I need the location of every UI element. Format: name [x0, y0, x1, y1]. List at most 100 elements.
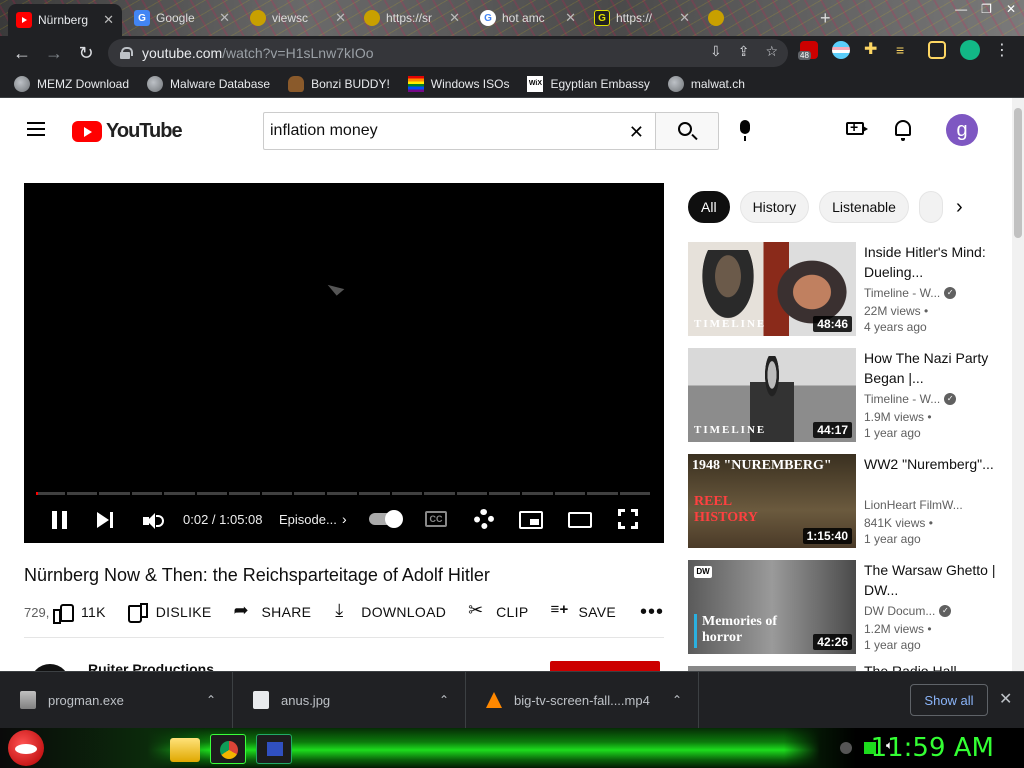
tab-https[interactable]: G https:// ✕: [586, 4, 698, 32]
chip-history[interactable]: History: [739, 191, 810, 223]
share-page-icon[interactable]: ⇪: [738, 43, 750, 60]
forward-arrow-icon[interactable]: →: [38, 43, 70, 64]
chip-all[interactable]: All: [688, 191, 730, 223]
reload-icon[interactable]: ↻: [70, 43, 102, 64]
chip-listenable[interactable]: Listenable: [819, 191, 909, 223]
chevron-right-icon[interactable]: ›: [342, 511, 347, 527]
video-thumbnail[interactable]: DW Memories of horror 42:26: [688, 560, 856, 654]
reading-list-icon[interactable]: ≡: [896, 41, 914, 59]
next-video-icon[interactable]: [97, 512, 115, 528]
clear-search-icon[interactable]: ✕: [629, 122, 644, 143]
install-icon[interactable]: ⇩: [710, 43, 722, 60]
puzzle-extensions-icon[interactable]: ✚: [864, 41, 882, 59]
bookmark-windows-isos[interactable]: Windows ISOs: [407, 75, 509, 92]
more-options-icon[interactable]: •••: [640, 601, 664, 624]
download-item[interactable]: big-tv-screen-fall....mp4 ⌃: [466, 671, 699, 729]
tab-loading[interactable]: [700, 4, 800, 32]
dislike-button[interactable]: DISLIKE: [127, 603, 212, 623]
share-button[interactable]: SHARE: [234, 600, 312, 621]
chevron-up-icon[interactable]: ⌃: [672, 693, 682, 707]
bookmark-egyptian-embassy[interactable]: WiX Egyptian Embassy: [527, 75, 650, 92]
tab-close-icon[interactable]: ✕: [449, 10, 460, 26]
maximize-icon[interactable]: ❐: [981, 2, 992, 16]
miniplayer-icon[interactable]: [519, 511, 543, 529]
chrome-taskbar-icon[interactable]: [210, 734, 246, 764]
ublock-extension-icon[interactable]: 48: [798, 41, 818, 60]
chip-more[interactable]: [918, 191, 943, 223]
recommended-video[interactable]: DW Memories of horror 42:26 The Warsaw G…: [688, 560, 1008, 654]
tab-hot-amc[interactable]: G hot amc ✕: [472, 4, 584, 32]
youtube-logo[interactable]: YouTube: [72, 120, 183, 143]
like-button[interactable]: 11K: [52, 603, 106, 624]
video-thumbnail[interactable]: TIMELINE 48:46: [688, 242, 856, 336]
tab-close-icon[interactable]: ✕: [219, 10, 230, 26]
video-title[interactable]: WW2 "Nuremberg"...: [864, 454, 1004, 494]
channel-name[interactable]: DW Docum...: [864, 604, 935, 618]
clock[interactable]: 11:59 AM: [871, 733, 994, 763]
chevron-up-icon[interactable]: ⌃: [439, 693, 449, 707]
recommended-video[interactable]: TIMELINE 44:17 How The Nazi Party Began …: [688, 348, 1008, 442]
menu-dots-icon[interactable]: ⋮: [994, 40, 1010, 60]
video-player[interactable]: 0:02 / 1:05:08 Episode... › CC: [24, 183, 664, 543]
bookmark-star-icon[interactable]: ☆: [765, 43, 778, 60]
video-thumbnail[interactable]: TIMELINE 44:17: [688, 348, 856, 442]
video-title[interactable]: The Warsaw Ghetto | DW...: [864, 560, 1004, 600]
minimize-icon[interactable]: —: [955, 2, 967, 16]
search-input[interactable]: inflation money ✕: [263, 112, 656, 150]
search-button[interactable]: [655, 112, 719, 150]
tab-google[interactable]: G Google ✕: [126, 4, 238, 32]
address-bar[interactable]: youtube.com/watch?v=H1sLnw7kIOo ⇩ ⇪ ☆: [108, 39, 788, 67]
voice-search-mic-icon[interactable]: [740, 120, 750, 141]
video-title[interactable]: How The Nazi Party Began |...: [864, 348, 1004, 388]
channel-name[interactable]: Timeline - W...: [864, 392, 940, 406]
create-video-icon[interactable]: [846, 119, 868, 135]
profile-avatar[interactable]: [960, 40, 980, 60]
program-manager-icon[interactable]: [256, 734, 292, 764]
tab-close-icon[interactable]: ✕: [103, 12, 114, 28]
flag-extension-icon[interactable]: [832, 41, 850, 59]
video-title[interactable]: The Radio Hall: [864, 664, 957, 671]
bookmark-bonzi-buddy[interactable]: Bonzi BUDDY!: [288, 75, 390, 92]
close-window-icon[interactable]: ✕: [1006, 2, 1016, 16]
chapter-title[interactable]: Episode...: [279, 512, 337, 527]
chevron-right-icon[interactable]: ›: [956, 196, 963, 219]
save-button[interactable]: SAVE: [550, 601, 616, 621]
clip-button[interactable]: CLIP: [468, 600, 528, 621]
show-all-downloads-button[interactable]: Show all: [910, 684, 988, 716]
notifications-bell-icon[interactable]: [895, 120, 911, 141]
user-avatar[interactable]: g: [946, 114, 978, 146]
tab-https-sr[interactable]: https://sr ✕: [356, 4, 468, 32]
tab-close-icon[interactable]: ✕: [335, 10, 346, 26]
download-item[interactable]: progman.exe ⌃: [0, 671, 233, 729]
autoplay-toggle[interactable]: [369, 510, 403, 528]
tab-viewsc[interactable]: viewsc ✕: [242, 4, 354, 32]
chevron-up-icon[interactable]: ⌃: [206, 693, 216, 707]
bookmark-malware-database[interactable]: Malware Database: [147, 75, 270, 92]
hamburger-menu-icon[interactable]: [27, 122, 45, 136]
tab-close-icon[interactable]: ✕: [679, 10, 690, 26]
close-shelf-icon[interactable]: ✕: [999, 689, 1012, 709]
new-tab-button[interactable]: +: [812, 4, 838, 32]
download-button[interactable]: DOWNLOAD: [333, 600, 446, 621]
channel-name[interactable]: LionHeart FilmW...: [864, 498, 963, 512]
subtitles-cc-icon[interactable]: CC: [425, 511, 447, 527]
bookmark-malwatch[interactable]: malwat.ch: [667, 75, 745, 92]
pause-icon[interactable]: [52, 511, 68, 529]
recommended-video[interactable]: TIMELINE 48:46 Inside Hitler's Mind: Due…: [688, 242, 1008, 336]
bookmark-memz[interactable]: MEMZ Download: [14, 75, 129, 92]
tab-nurnberg[interactable]: Nürnberg ✕: [8, 4, 122, 36]
theater-mode-icon[interactable]: [568, 512, 592, 528]
settings-gear-icon[interactable]: [474, 509, 494, 529]
back-arrow-icon[interactable]: ←: [6, 43, 38, 64]
video-thumbnail[interactable]: 1948 "NUREMBERG" REEL HISTORY 1:15:40: [688, 454, 856, 548]
page-scrollbar[interactable]: [1012, 98, 1024, 671]
chevron-tray-icon[interactable]: [840, 742, 852, 754]
download-item[interactable]: anus.jpg ⌃: [233, 671, 466, 729]
channel-name[interactable]: Timeline - W...: [864, 286, 940, 300]
video-title[interactable]: Inside Hitler's Mind: Dueling...: [864, 242, 1004, 282]
recommended-video[interactable]: 1948 "NUREMBERG" REEL HISTORY 1:15:40 WW…: [688, 454, 1008, 548]
fullscreen-icon[interactable]: [618, 509, 638, 529]
tab-close-icon[interactable]: ✕: [565, 10, 576, 26]
file-explorer-icon[interactable]: [170, 738, 200, 762]
volume-icon[interactable]: [143, 513, 164, 529]
